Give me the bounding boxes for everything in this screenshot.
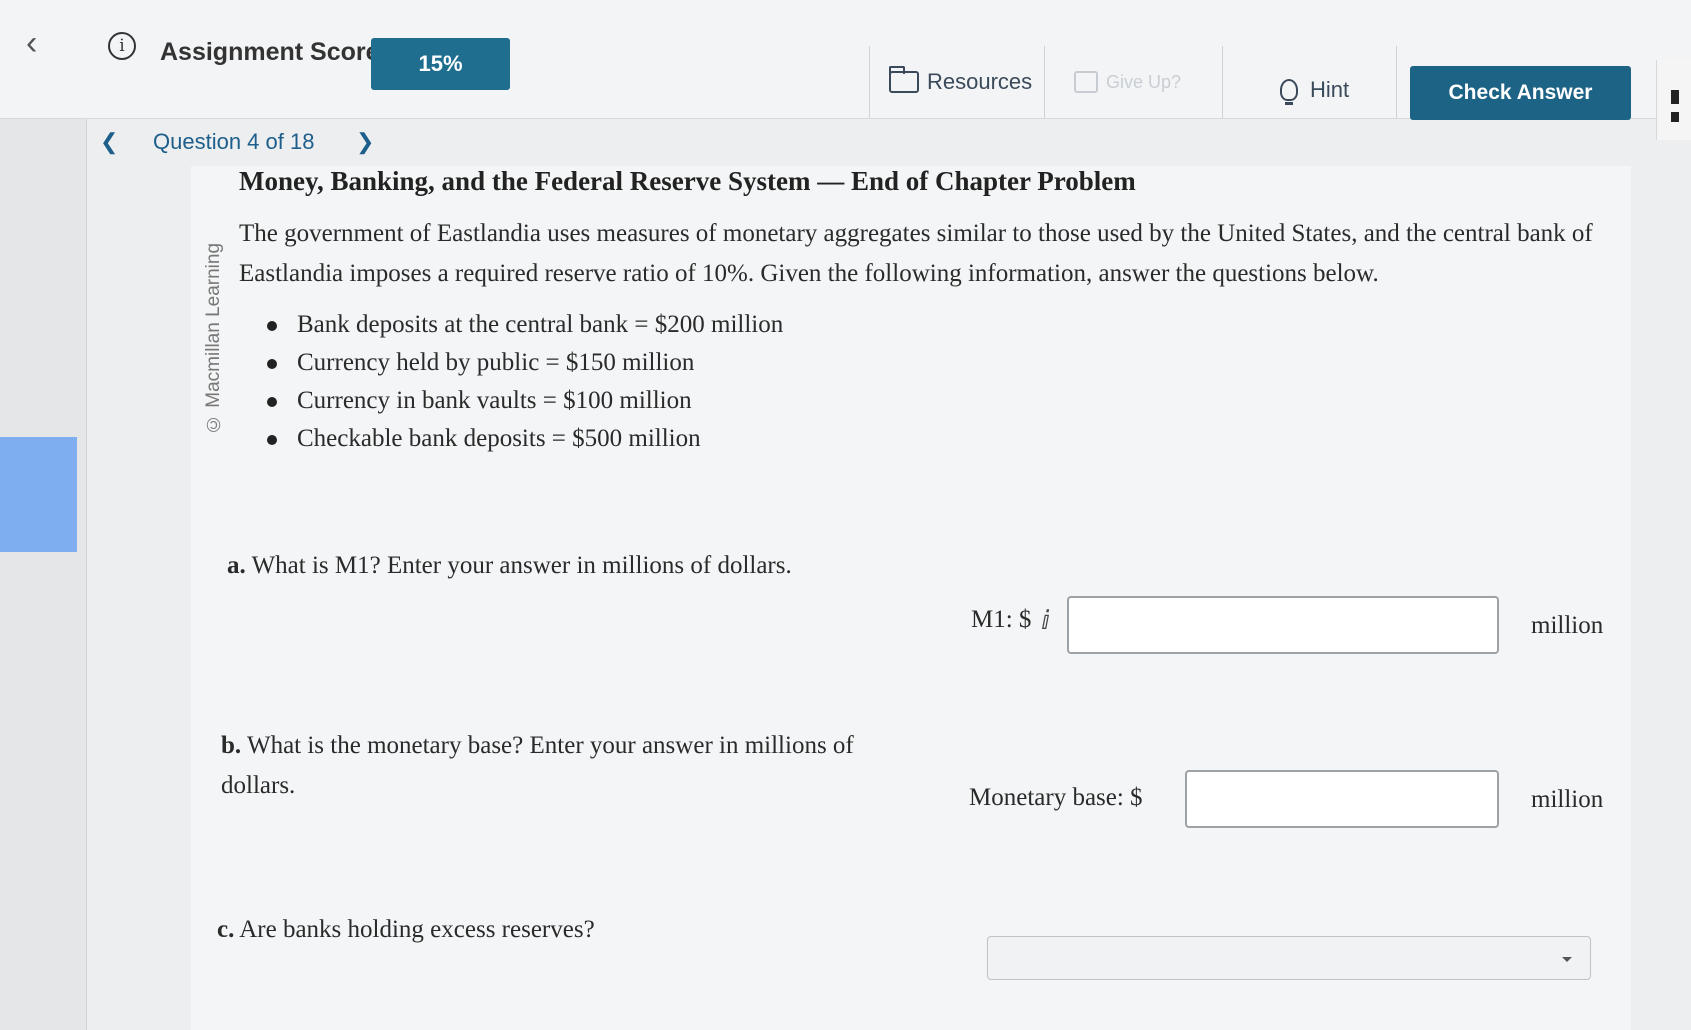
m1-answer-input[interactable]	[1067, 596, 1499, 654]
check-answer-button[interactable]: Check Answer	[1410, 66, 1631, 120]
question-b-letter: b.	[221, 732, 242, 759]
question-b: b. What is the monetary base? Enter your…	[221, 726, 911, 806]
toolbar-divider	[869, 46, 870, 118]
question-a-text: What is M1? Enter your answer in million…	[251, 552, 792, 579]
right-edge-panel	[1656, 60, 1691, 140]
toolbar-divider	[1222, 46, 1223, 118]
m1-unit-label: million	[1531, 612, 1604, 639]
screen: ‹ i Assignment Score: 15% Resources Give…	[0, 0, 1691, 1030]
toolbar-divider	[1044, 46, 1045, 118]
problem-intro: The government of Eastlandia uses measur…	[239, 220, 1593, 287]
back-chevron-icon[interactable]: ‹	[26, 26, 37, 60]
question-counter: Question 4 of 18	[153, 129, 315, 154]
list-item: Currency in bank vaults = $100 million	[267, 382, 783, 420]
facts-list: Bank deposits at the central bank = $200…	[267, 306, 783, 458]
give-up-label: Give Up?	[1106, 71, 1182, 92]
caret-down-icon	[1562, 957, 1572, 962]
edge-marker	[1671, 112, 1679, 122]
assignment-score-badge: 15%	[371, 38, 510, 90]
question-a-letter: a.	[227, 552, 246, 579]
info-icon[interactable]: i	[108, 32, 136, 60]
sidebar-highlight[interactable]	[0, 437, 77, 552]
list-item: Currency held by public = $150 million	[267, 344, 783, 382]
question-c: c. Are banks holding excess reserves?	[217, 910, 917, 950]
question-b-text: What is the monetary base? Enter your an…	[221, 732, 854, 799]
previous-question-chevron-icon[interactable]: ❮	[100, 124, 118, 160]
give-up-button[interactable]: Give Up?	[1074, 62, 1181, 102]
folder-icon	[889, 66, 919, 93]
problem-panel: Money, Banking, and the Federal Reserve …	[191, 166, 1631, 1030]
hint-label: Hint	[1310, 77, 1350, 102]
text-cursor-icon: ⅈ	[1041, 606, 1051, 635]
hint-button[interactable]: Hint	[1280, 70, 1349, 110]
resources-button[interactable]: Resources	[889, 62, 1032, 102]
problem-title: Money, Banking, and the Federal Reserve …	[239, 166, 1136, 196]
edge-marker	[1671, 90, 1679, 104]
question-c-text: Are banks holding excess reserves?	[239, 916, 595, 943]
give-up-icon	[1074, 71, 1098, 93]
monetary-base-answer-input[interactable]	[1185, 770, 1499, 828]
monetary-base-field-label: Monetary base: $	[969, 784, 1143, 811]
assignment-score-label: Assignment Score:	[160, 38, 388, 66]
top-toolbar: ‹ i Assignment Score: 15% Resources Give…	[0, 0, 1691, 120]
excess-reserves-dropdown[interactable]	[987, 936, 1591, 980]
next-question-chevron-icon[interactable]: ❯	[356, 124, 374, 160]
question-a: a. What is M1? Enter your answer in mill…	[227, 546, 927, 586]
copyright-credit: © Macmillan Learning	[203, 242, 224, 434]
list-item: Checkable bank deposits = $500 million	[267, 420, 783, 458]
question-c-letter: c.	[217, 916, 235, 943]
list-item: Bank deposits at the central bank = $200…	[267, 306, 783, 344]
toolbar-divider	[1396, 46, 1397, 118]
resources-label: Resources	[927, 69, 1033, 94]
m1-field-label: M1: $	[971, 606, 1032, 633]
monetary-base-unit-label: million	[1531, 786, 1604, 813]
lightbulb-icon	[1280, 79, 1298, 105]
